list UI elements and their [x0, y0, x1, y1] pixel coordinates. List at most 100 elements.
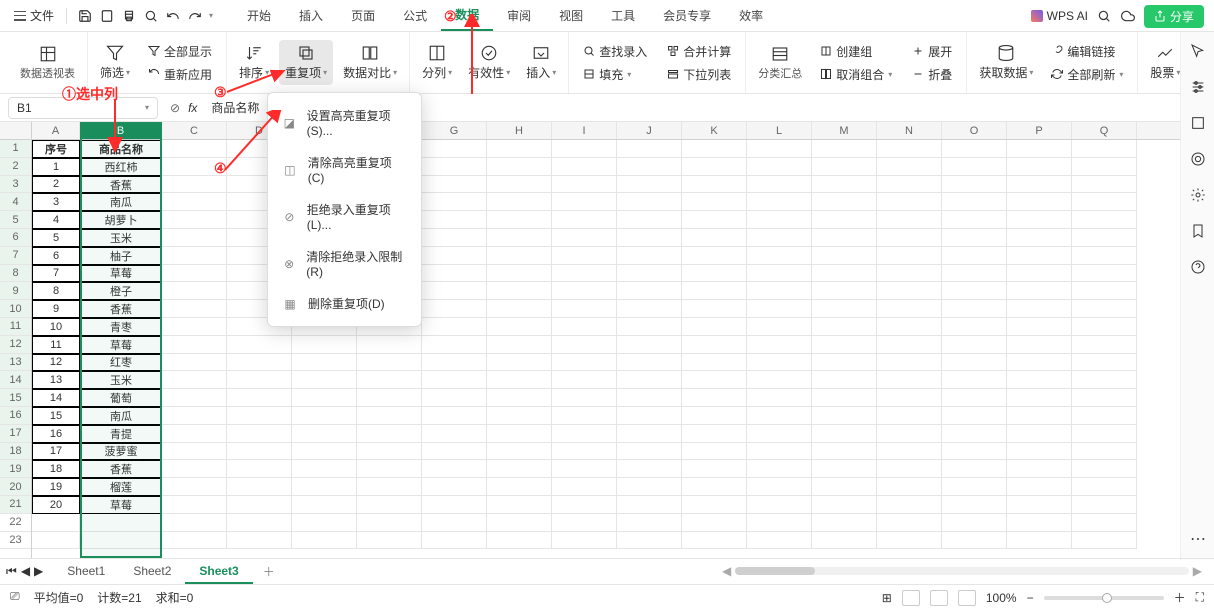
- search-icon[interactable]: [1096, 8, 1112, 24]
- cell-M21[interactable]: [812, 496, 877, 514]
- cell-J22[interactable]: [617, 514, 682, 532]
- cell-I2[interactable]: [552, 158, 617, 176]
- cell-L21[interactable]: [747, 496, 812, 514]
- cell-A6[interactable]: 5: [32, 229, 80, 247]
- cell-P22[interactable]: [1007, 514, 1072, 532]
- cell-G15[interactable]: [422, 389, 487, 407]
- cell-N1[interactable]: [877, 140, 942, 158]
- cell-K7[interactable]: [682, 247, 747, 265]
- cell-D17[interactable]: [227, 425, 292, 443]
- collapse-button[interactable]: 折叠: [908, 64, 956, 85]
- cell-N5[interactable]: [877, 211, 942, 229]
- cell-Q8[interactable]: [1072, 265, 1137, 283]
- cell-P18[interactable]: [1007, 443, 1072, 461]
- cell-A3[interactable]: 2: [32, 176, 80, 194]
- dropdown-item-1[interactable]: ◫清除高亮重复项(C): [268, 146, 421, 193]
- cell-B18[interactable]: 菠萝蜜: [80, 443, 162, 461]
- cell-L20[interactable]: [747, 478, 812, 496]
- row-header-12[interactable]: 12: [0, 336, 31, 354]
- data-compare-button[interactable]: 数据对比▾: [337, 40, 403, 85]
- cell-Q16[interactable]: [1072, 407, 1137, 425]
- cell-K4[interactable]: [682, 193, 747, 211]
- row-header-1[interactable]: 1: [0, 140, 31, 158]
- cell-I12[interactable]: [552, 336, 617, 354]
- cell-E21[interactable]: [292, 496, 357, 514]
- cell-M22[interactable]: [812, 514, 877, 532]
- cell-J18[interactable]: [617, 443, 682, 461]
- cell-L15[interactable]: [747, 389, 812, 407]
- cell-F13[interactable]: [357, 354, 422, 372]
- cell-K23[interactable]: [682, 532, 747, 550]
- duplicates-button[interactable]: 重复项▾: [279, 40, 333, 85]
- cell-J15[interactable]: [617, 389, 682, 407]
- cell-E14[interactable]: [292, 371, 357, 389]
- sheet-tab-Sheet3[interactable]: Sheet3: [185, 560, 252, 584]
- tab-插入[interactable]: 插入: [285, 1, 337, 30]
- pivot-table-button[interactable]: 数据透视表: [14, 41, 81, 85]
- cell-G23[interactable]: [422, 532, 487, 550]
- cell-H23[interactable]: [487, 532, 552, 550]
- cell-G21[interactable]: [422, 496, 487, 514]
- cell-I10[interactable]: [552, 300, 617, 318]
- cell-K3[interactable]: [682, 176, 747, 194]
- cell-Q19[interactable]: [1072, 460, 1137, 478]
- cell-I16[interactable]: [552, 407, 617, 425]
- sheet-nav-prev-icon[interactable]: ◀: [21, 564, 30, 579]
- bookmark-side-icon[interactable]: [1189, 222, 1207, 240]
- ungroup-button[interactable]: 取消组合▾: [816, 64, 896, 85]
- cell-B3[interactable]: 香蕉: [80, 176, 162, 194]
- col-header-C[interactable]: C: [162, 122, 227, 139]
- cell-D16[interactable]: [227, 407, 292, 425]
- get-data-button[interactable]: 获取数据▾: [973, 40, 1039, 85]
- insert-dropdown-button[interactable]: 插入▾: [520, 40, 562, 85]
- cell-J3[interactable]: [617, 176, 682, 194]
- tab-数据[interactable]: 数据: [441, 0, 493, 31]
- cell-C19[interactable]: [162, 460, 227, 478]
- cell-C1[interactable]: [162, 140, 227, 158]
- dropdown-item-3[interactable]: ⊗清除拒绝录入限制(R): [268, 240, 421, 287]
- tab-审阅[interactable]: 审阅: [493, 1, 545, 30]
- cell-B4[interactable]: 南瓜: [80, 193, 162, 211]
- edit-link-button[interactable]: 编辑链接: [1047, 41, 1127, 62]
- cell-B15[interactable]: 葡萄: [80, 389, 162, 407]
- cell-J13[interactable]: [617, 354, 682, 372]
- cell-C13[interactable]: [162, 354, 227, 372]
- cell-B8[interactable]: 草莓: [80, 265, 162, 283]
- cell-L14[interactable]: [747, 371, 812, 389]
- cell-I5[interactable]: [552, 211, 617, 229]
- cell-Q13[interactable]: [1072, 354, 1137, 372]
- redo-icon[interactable]: [187, 8, 203, 24]
- cell-P12[interactable]: [1007, 336, 1072, 354]
- cell-P14[interactable]: [1007, 371, 1072, 389]
- cell-G7[interactable]: [422, 247, 487, 265]
- cell-Q12[interactable]: [1072, 336, 1137, 354]
- cell-E17[interactable]: [292, 425, 357, 443]
- cell-E23[interactable]: [292, 532, 357, 550]
- cell-Q15[interactable]: [1072, 389, 1137, 407]
- cell-H5[interactable]: [487, 211, 552, 229]
- cell-B22[interactable]: [80, 514, 162, 532]
- cell-O13[interactable]: [942, 354, 1007, 372]
- cell-P20[interactable]: [1007, 478, 1072, 496]
- cell-Q4[interactable]: [1072, 193, 1137, 211]
- cell-M12[interactable]: [812, 336, 877, 354]
- cell-P10[interactable]: [1007, 300, 1072, 318]
- cell-O7[interactable]: [942, 247, 1007, 265]
- cell-M15[interactable]: [812, 389, 877, 407]
- fullscreen-icon[interactable]: ⛶: [1196, 590, 1204, 605]
- cell-L7[interactable]: [747, 247, 812, 265]
- cell-A21[interactable]: 20: [32, 496, 80, 514]
- cell-B23[interactable]: [80, 532, 162, 550]
- cell-F19[interactable]: [357, 460, 422, 478]
- cell-H16[interactable]: [487, 407, 552, 425]
- row-header-2[interactable]: 2: [0, 158, 31, 176]
- col-header-A[interactable]: A: [32, 122, 80, 139]
- select-tool-icon[interactable]: [1189, 42, 1207, 60]
- expand-button[interactable]: 展开: [908, 41, 956, 62]
- filter-button[interactable]: 筛选▾: [94, 40, 136, 85]
- cell-M9[interactable]: [812, 282, 877, 300]
- properties-side-icon[interactable]: [1189, 114, 1207, 132]
- cell-B13[interactable]: 红枣: [80, 354, 162, 372]
- cell-H4[interactable]: [487, 193, 552, 211]
- row-header-6[interactable]: 6: [0, 229, 31, 247]
